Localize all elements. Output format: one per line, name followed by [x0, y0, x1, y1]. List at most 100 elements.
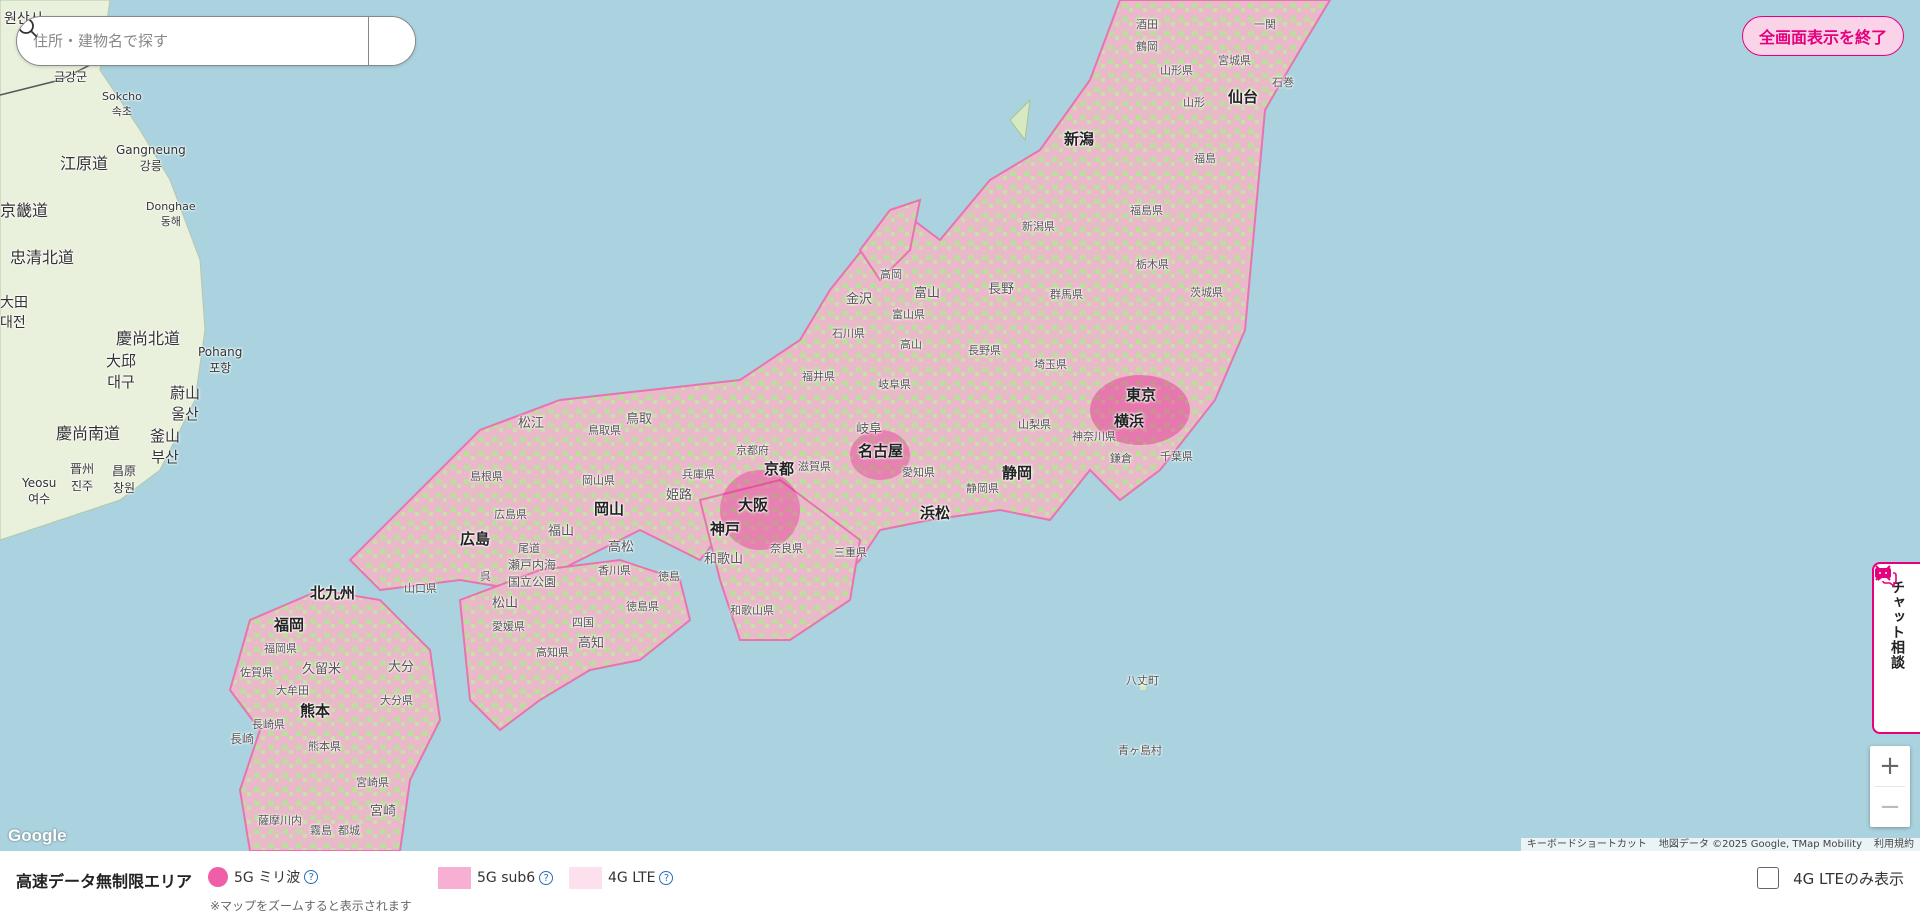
place-label: 高松 — [608, 540, 635, 555]
place-label: 福岡 — [274, 616, 305, 634]
search-box — [16, 16, 416, 66]
place-label: 横浜 — [1114, 412, 1145, 430]
place-label: 呉 — [480, 570, 491, 583]
place-label: 高山 — [900, 338, 922, 351]
place-label: 埼玉県 — [1034, 358, 1067, 371]
place-label: 尾道 — [518, 542, 540, 555]
place-label: 京畿道 — [0, 201, 49, 220]
place-label: 長野 — [988, 282, 1015, 297]
place-label: 瀬戸内海 国立公園 — [508, 558, 557, 589]
place-label: 松山 — [492, 596, 519, 611]
place-label: 松江 — [518, 416, 545, 431]
place-label: 大田 대전 — [0, 295, 28, 331]
place-label: 兵庫県 — [682, 468, 715, 481]
close-icon[interactable] — [1874, 564, 1892, 582]
place-label: 徳島県 — [626, 600, 659, 613]
place-label: Yeosu 여수 — [22, 476, 57, 506]
coverage-legend: 高速データ無制限エリア 5G ミリ波 ? ※マップをズームすると表示されます 5… — [0, 851, 1920, 919]
place-label: 山梨県 — [1018, 418, 1051, 431]
lte-only-toggle[interactable]: 4G LTEのみ表示 — [1757, 867, 1904, 889]
help-icon[interactable]: ? — [304, 870, 319, 884]
honshu — [348, 0, 1332, 592]
legend-label: 5G ミリ波 — [234, 870, 301, 886]
place-label: 鎌倉 — [1110, 452, 1132, 465]
map-data-credit: 地図データ ©2025 Google, TMap Mobility — [1652, 838, 1868, 851]
legend-label: 5G sub6 — [477, 870, 536, 886]
place-label: 静岡県 — [966, 482, 999, 495]
exit-fullscreen-button[interactable]: 全画面表示を終了 — [1741, 16, 1904, 56]
place-label: 福井県 — [802, 370, 835, 383]
legend-label: 4G LTE — [608, 870, 656, 886]
place-label: 神戸 — [710, 520, 741, 538]
place-label: 徳島 — [658, 570, 680, 583]
place-label: 奈良県 — [770, 542, 803, 555]
chat-panel[interactable]: チャット相談 — [1872, 562, 1920, 734]
place-label: 鶴岡 — [1136, 40, 1158, 53]
place-label: 昌原 창원 — [112, 464, 137, 495]
place-label: 四国 — [572, 616, 594, 629]
legend-swatch-5g-sub6 — [438, 867, 471, 889]
place-label: 岐阜 — [856, 422, 883, 437]
place-label: 一関 — [1254, 18, 1276, 31]
place-label: 宮城県 — [1218, 54, 1251, 67]
place-label: 石川県 — [832, 327, 865, 340]
place-label: 金沢 — [846, 292, 873, 307]
place-label: 千葉県 — [1160, 450, 1193, 463]
map-layer — [0, 0, 1332, 851]
place-label: 高知県 — [536, 646, 569, 659]
help-icon[interactable]: ? — [539, 871, 554, 885]
place-label: 広島県 — [494, 508, 527, 521]
place-label: 大分県 — [380, 694, 413, 707]
place-label: 東京 — [1126, 386, 1157, 404]
place-label: 栃木県 — [1136, 258, 1169, 271]
place-label: 大阪 — [738, 496, 769, 514]
place-label: 薩摩川内 — [258, 814, 302, 827]
place-label: 新潟 — [1064, 130, 1095, 148]
place-label: 石巻 — [1272, 76, 1294, 89]
place-label: 江原道 — [60, 154, 109, 173]
search-input[interactable] — [17, 17, 368, 65]
place-label: 熊本 — [300, 702, 331, 720]
legend-swatch-4g-lte — [569, 867, 602, 889]
place-label: 岡山 — [594, 500, 625, 518]
legend-item-5g-sub6: 5G sub6 ? — [438, 867, 554, 889]
place-label: 和歌山 — [704, 552, 744, 567]
place-label: 宮崎 — [370, 804, 397, 819]
place-label: Gangneung 강릉 — [116, 143, 186, 173]
place-label: 神奈川県 — [1072, 430, 1116, 443]
place-label: 島根県 — [470, 470, 503, 483]
zoom-out-button[interactable]: − — [1870, 787, 1910, 827]
map-canvas[interactable]: 원산시 금강군 Sokcho 속초 江原道 Gangneung 강릉 京畿道 D… — [0, 0, 1920, 851]
search-icon — [18, 18, 38, 38]
place-label: 八丈町 — [1126, 674, 1159, 687]
place-label: 久留米 — [302, 662, 342, 677]
place-label: 大邱 대구 — [106, 352, 137, 391]
place-label: 慶尚北道 — [116, 329, 181, 348]
place-label: 宮崎県 — [356, 776, 389, 789]
place-label: 愛知県 — [902, 466, 935, 479]
place-label: 蔚山 울산 — [170, 384, 201, 423]
place-label: 三重県 — [834, 546, 867, 559]
place-label: 高知 — [578, 636, 605, 651]
help-icon[interactable]: ? — [659, 871, 674, 885]
place-label: 群馬県 — [1050, 288, 1083, 301]
google-logo: Google — [8, 826, 67, 845]
legend-title: 高速データ無制限エリア — [16, 872, 193, 891]
terms-link[interactable]: 利用規約 — [1868, 838, 1920, 851]
place-label: 長崎県 — [252, 718, 285, 731]
zoom-controls: + − — [1870, 746, 1910, 827]
place-label: 大牟田 — [276, 684, 309, 697]
place-label: 酒田 — [1136, 18, 1158, 31]
place-label: 福岡県 — [264, 642, 297, 655]
place-label: Donghae 동해 — [146, 200, 196, 228]
legend-item-4g-lte: 4G LTE ? — [569, 867, 674, 889]
keyboard-shortcuts-link[interactable]: キーボードショートカット — [1520, 838, 1653, 851]
zoom-in-button[interactable]: + — [1870, 746, 1910, 786]
search-button[interactable] — [18, 17, 415, 65]
place-label: 北九州 — [310, 584, 356, 602]
map-attribution: キーボードショートカット 地図データ ©2025 Google, TMap Mo… — [1520, 838, 1920, 851]
place-label: 晋州 진주 — [70, 462, 95, 493]
lte-only-label: 4G LTEのみ表示 — [1793, 869, 1904, 888]
lte-only-checkbox[interactable] — [1757, 867, 1780, 889]
place-label: 広島 — [460, 530, 491, 548]
